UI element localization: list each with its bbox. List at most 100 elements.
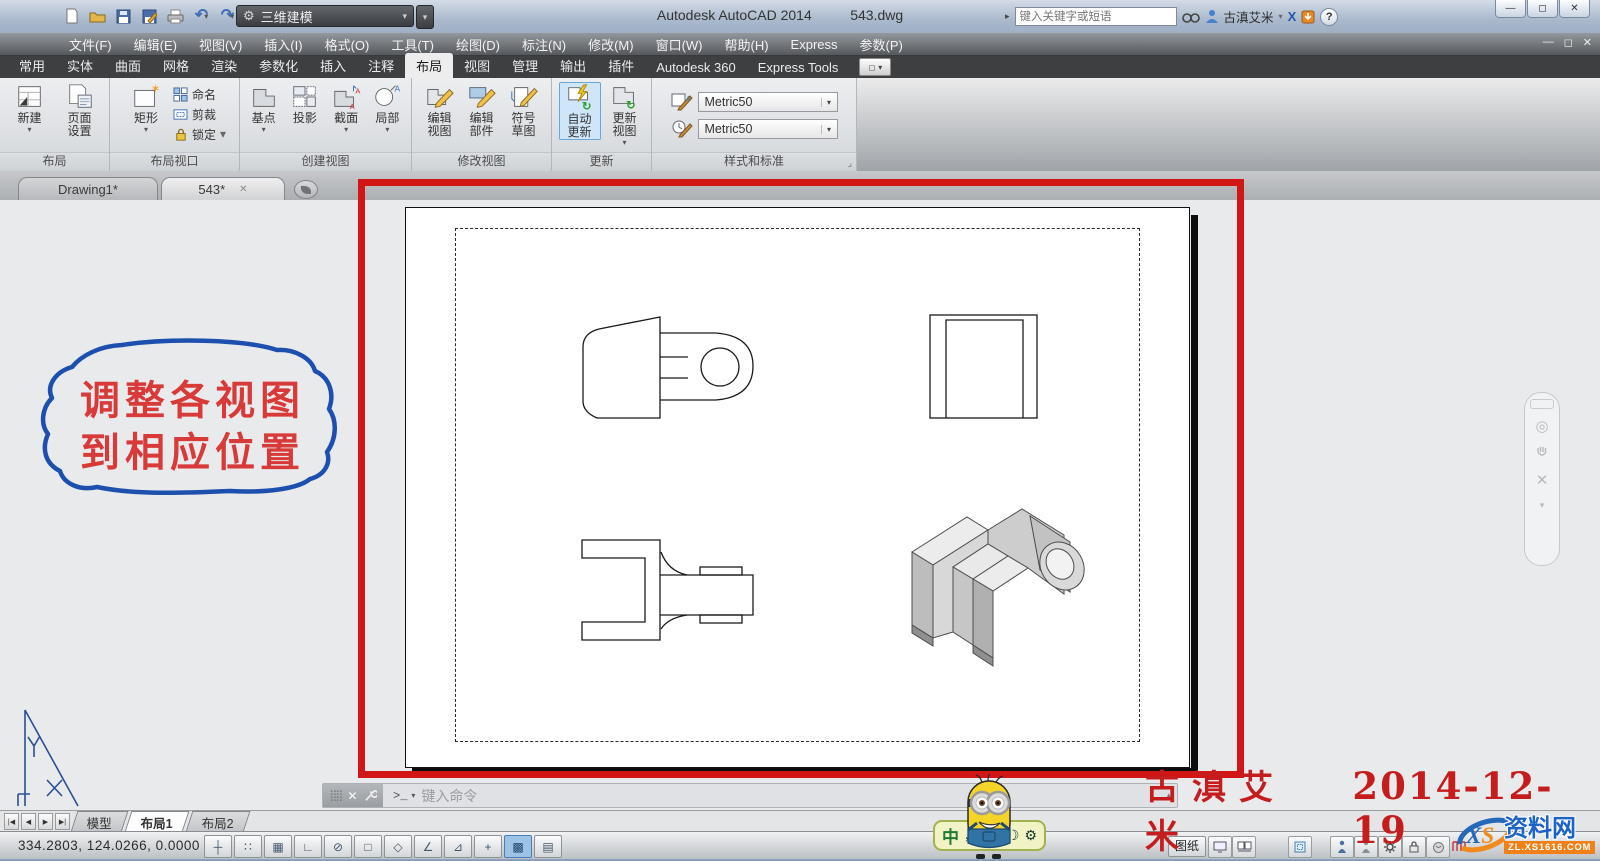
search-expand-icon[interactable]: ▸ bbox=[1005, 11, 1010, 22]
undo-icon[interactable]: ↶▾ bbox=[192, 7, 211, 26]
grid-display-toggle[interactable]: ▦ bbox=[264, 835, 292, 858]
navbar-chevron-icon[interactable]: ▾ bbox=[1540, 498, 1545, 513]
menu-insert[interactable]: 插入(I) bbox=[253, 35, 313, 54]
binoculars-search-icon[interactable] bbox=[1182, 10, 1200, 24]
ribbon-tab-plugins[interactable]: 插件 bbox=[597, 53, 645, 78]
menu-file[interactable]: 文件(F) bbox=[58, 35, 123, 54]
menu-help[interactable]: 帮助(H) bbox=[714, 35, 780, 54]
tab-model[interactable]: 模型 bbox=[71, 811, 129, 832]
signed-in-user[interactable]: 古滇艾米 bbox=[1224, 7, 1274, 26]
menu-tools[interactable]: 工具(T) bbox=[380, 35, 445, 54]
ortho-mode-toggle[interactable]: ∟ bbox=[294, 835, 322, 858]
quick-properties-toggle[interactable]: ▤ bbox=[534, 835, 562, 858]
menu-modify[interactable]: 修改(M) bbox=[577, 35, 645, 54]
lock-viewport-button[interactable]: 锁定 ▾ bbox=[173, 125, 226, 143]
panel-launcher-icon[interactable]: ⌟ bbox=[848, 155, 852, 172]
first-layout-icon[interactable]: |◀ bbox=[4, 813, 19, 830]
ribbon-tab-mesh[interactable]: 网格 bbox=[152, 53, 200, 78]
maximize-button[interactable]: ◻ bbox=[1527, 0, 1558, 18]
workspace-switcher[interactable]: ⚙ 三维建模 ▾ bbox=[236, 5, 414, 27]
projected-view-button[interactable]: 投影 bbox=[286, 82, 323, 125]
auto-update-button[interactable]: ↻ 自动更新 bbox=[559, 82, 601, 140]
plot-icon[interactable] bbox=[166, 7, 185, 26]
ribbon-tab-manage[interactable]: 管理 bbox=[501, 53, 549, 78]
ribbon-collapse-button[interactable]: ◻▾ bbox=[859, 58, 891, 76]
workspace-dropdown-button[interactable]: ▾ bbox=[416, 5, 434, 29]
steering-wheel-icon[interactable]: ◎ bbox=[1535, 419, 1548, 434]
standard-style-select[interactable]: Metric50 ▾ bbox=[698, 119, 838, 139]
ribbon-tab-render[interactable]: 渲染 bbox=[200, 53, 248, 78]
page-setup-button[interactable]: 页面设置 bbox=[57, 82, 103, 138]
tab-layout1[interactable]: 布局1 bbox=[125, 811, 190, 832]
polar-tracking-toggle[interactable]: ⊘ bbox=[324, 835, 352, 858]
dynamic-input-toggle[interactable]: + bbox=[474, 835, 502, 858]
ribbon-tab-view[interactable]: 视图 bbox=[453, 53, 501, 78]
object-snap-tracking-toggle[interactable]: ∠ bbox=[414, 835, 442, 858]
prev-layout-icon[interactable]: ◀ bbox=[21, 813, 36, 830]
recent-commands-icon[interactable]: ▾ bbox=[411, 791, 415, 800]
pan-hand-icon[interactable] bbox=[1534, 444, 1550, 463]
menu-express[interactable]: Express bbox=[780, 37, 849, 52]
edit-view-button[interactable]: 编辑视图 bbox=[421, 82, 459, 138]
close-tab-icon[interactable]: ✕ bbox=[239, 184, 247, 195]
ribbon-tab-solid[interactable]: 实体 bbox=[56, 53, 104, 78]
ribbon-tab-annotate[interactable]: 注释 bbox=[357, 53, 405, 78]
menu-format[interactable]: 格式(O) bbox=[314, 35, 381, 54]
ribbon-tab-parametric[interactable]: 参数化 bbox=[248, 53, 309, 78]
close-command-icon[interactable]: ✕ bbox=[348, 789, 358, 803]
new-drawing-tab-button[interactable] bbox=[294, 180, 318, 199]
doc-close-icon[interactable]: ✕ bbox=[1583, 36, 1592, 49]
menu-dimension[interactable]: 标注(N) bbox=[511, 35, 577, 54]
minimize-button[interactable]: — bbox=[1495, 0, 1526, 18]
section-view-button[interactable]: AA 截面 ▾ bbox=[328, 82, 365, 134]
transparency-toggle[interactable]: ▩ bbox=[504, 835, 532, 858]
download-icon[interactable] bbox=[1301, 9, 1315, 24]
next-layout-icon[interactable]: ▶ bbox=[38, 813, 53, 830]
wrench-icon[interactable] bbox=[364, 789, 377, 802]
dynamic-ucs-toggle[interactable]: ⊿ bbox=[444, 835, 472, 858]
last-layout-icon[interactable]: ▶| bbox=[55, 813, 70, 830]
view-style-select[interactable]: Metric50 ▾ bbox=[698, 92, 838, 112]
named-viewport-button[interactable]: 命名 bbox=[173, 85, 226, 103]
command-prompt-icon[interactable]: >_ bbox=[393, 789, 407, 803]
menu-parameters[interactable]: 参数(P) bbox=[849, 35, 914, 54]
clip-viewport-button[interactable]: 剪裁 bbox=[173, 105, 226, 123]
new-layout-button[interactable]: 新建 ▾ bbox=[7, 82, 53, 134]
ribbon-tab-express[interactable]: Express Tools bbox=[747, 57, 850, 78]
infer-constraints-toggle[interactable]: ┼ bbox=[204, 835, 232, 858]
ribbon-tab-autodesk360[interactable]: Autodesk 360 bbox=[645, 57, 747, 78]
save-icon[interactable] bbox=[114, 7, 133, 26]
ribbon-tab-surface[interactable]: 曲面 bbox=[104, 53, 152, 78]
ribbon-tab-home[interactable]: 常用 bbox=[8, 53, 56, 78]
navbar-handle[interactable] bbox=[1530, 399, 1554, 409]
redo-icon[interactable]: ↷▾ bbox=[218, 7, 237, 26]
close-button[interactable]: ✕ bbox=[1559, 0, 1590, 18]
symbol-sketch-button[interactable]: 符号草图 bbox=[505, 82, 543, 138]
menu-edit[interactable]: 编辑(E) bbox=[123, 35, 188, 54]
rect-viewport-button[interactable]: ✶ 矩形 ▾ bbox=[123, 82, 169, 134]
menu-window[interactable]: 窗口(W) bbox=[645, 35, 714, 54]
search-input[interactable] bbox=[1015, 7, 1177, 26]
menu-view[interactable]: 视图(V) bbox=[188, 35, 253, 54]
snap-mode-toggle[interactable]: ∷ bbox=[234, 835, 262, 858]
object-snap-toggle[interactable]: □ bbox=[354, 835, 382, 858]
tab-layout2[interactable]: 布局2 bbox=[186, 811, 251, 832]
exchange-apps-icon[interactable]: X bbox=[1288, 9, 1297, 24]
doc-minimize-icon[interactable]: — bbox=[1543, 36, 1554, 49]
grip-icon[interactable]: ⣿⣿ bbox=[329, 789, 341, 802]
3d-object-snap-toggle[interactable]: ◇ bbox=[384, 835, 412, 858]
edit-component-button[interactable]: 编辑部件 bbox=[463, 82, 501, 138]
menu-draw[interactable]: 绘图(D) bbox=[445, 35, 511, 54]
ime-language-indicator[interactable]: 中 bbox=[942, 823, 959, 848]
help-icon[interactable]: ? bbox=[1320, 8, 1338, 26]
ime-settings-gear-icon[interactable]: ⚙ bbox=[1024, 827, 1037, 844]
command-input[interactable]: 键入命令 bbox=[421, 786, 477, 806]
command-line[interactable]: ⣿⣿ ✕ >_ ▾ 键入命令 ▴ bbox=[322, 783, 1178, 808]
navigation-bar[interactable]: ◎ ✕ ▾ bbox=[1524, 392, 1560, 566]
save-as-icon[interactable] bbox=[140, 7, 159, 26]
command-line-handle[interactable]: ⣿⣿ ✕ bbox=[323, 784, 383, 807]
file-tab-drawing1[interactable]: Drawing1* bbox=[18, 177, 158, 200]
user-dropdown-icon[interactable]: ▾ bbox=[1279, 12, 1283, 21]
open-folder-icon[interactable] bbox=[88, 7, 107, 26]
file-tab-543[interactable]: 543* ✕ bbox=[161, 177, 285, 200]
